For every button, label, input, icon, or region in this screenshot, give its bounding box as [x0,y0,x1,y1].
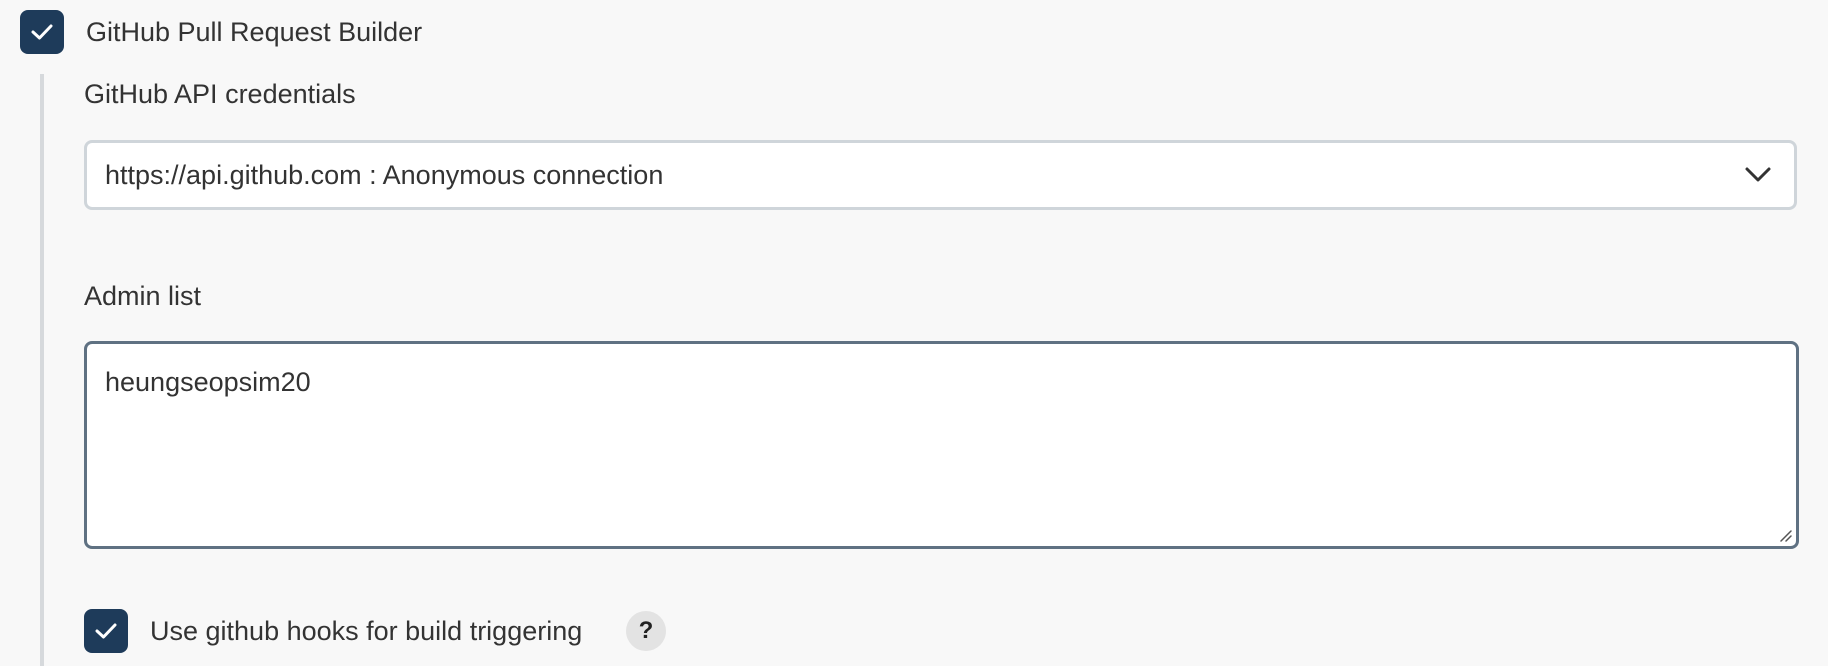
section-title: GitHub Pull Request Builder [86,17,423,47]
admin-list-label: Admin list [84,281,202,311]
help-icon: ? [638,617,654,644]
credentials-select[interactable]: https://api.github.com : Anonymous conne… [84,140,1797,210]
pr-builder-config: GitHub Pull Request Builder GitHub API c… [0,0,1828,666]
chevron-down-icon [1745,167,1771,182]
nested-section-indicator [40,74,44,666]
help-button[interactable]: ? [626,611,666,651]
resize-handle-icon[interactable] [1776,526,1792,542]
credentials-label: GitHub API credentials [84,79,356,109]
admin-list-value: heungseopsim20 [105,367,311,397]
admin-list-textarea[interactable]: heungseopsim20 [84,341,1799,549]
check-icon [95,623,117,639]
credentials-selected-value: https://api.github.com : Anonymous conne… [105,159,664,190]
check-icon [31,24,53,40]
pr-builder-checkbox[interactable] [20,10,64,54]
github-hooks-checkbox[interactable] [84,609,128,653]
github-hooks-label: Use github hooks for build triggering [150,616,583,646]
